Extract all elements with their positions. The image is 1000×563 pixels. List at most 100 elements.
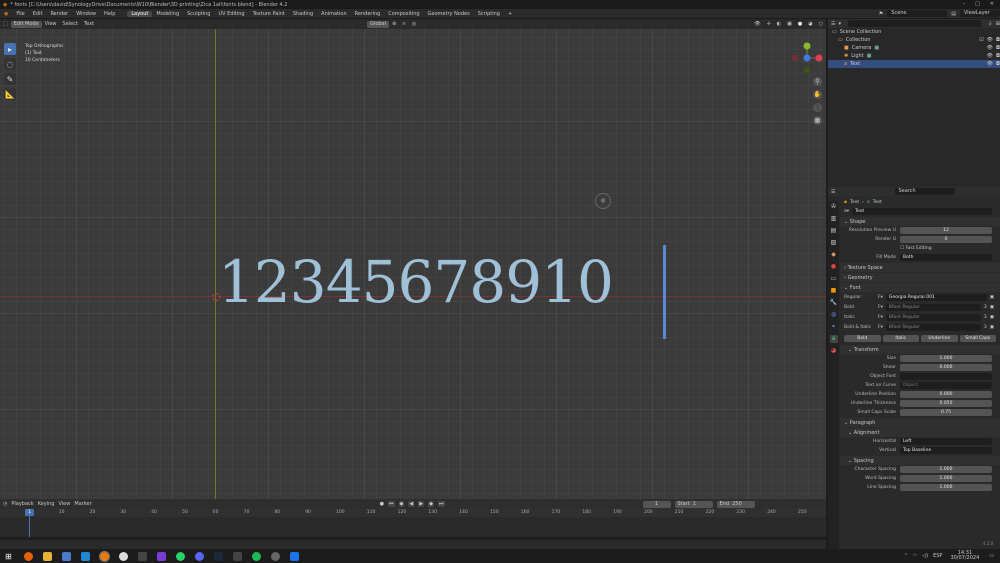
outliner-search-input[interactable] xyxy=(848,20,981,27)
minimize-button[interactable]: – xyxy=(963,1,966,7)
vertical-select[interactable]: Top Baseline xyxy=(900,447,992,454)
current-frame-field[interactable]: 1 xyxy=(642,500,671,508)
eye-icon[interactable]: 👁 xyxy=(987,61,993,67)
tab-geometry-nodes[interactable]: Geometry Nodes xyxy=(424,11,474,17)
discord-icon[interactable] xyxy=(195,551,204,561)
eye-icon[interactable]: 👁 xyxy=(987,37,993,43)
object-tab-icon[interactable]: ■ xyxy=(830,287,838,295)
datablock-name-field[interactable]: Text xyxy=(852,208,992,215)
menu-help[interactable]: Help xyxy=(100,11,119,17)
tab-uv-editing[interactable]: UV Editing xyxy=(214,11,248,17)
annotate-tool-icon[interactable]: ✎ xyxy=(4,73,16,85)
italic-button[interactable]: Italic xyxy=(882,335,919,342)
outliner-item-light[interactable]: ✺ Light ■ 👁 ◘ xyxy=(828,52,1000,60)
font-panel-header[interactable]: ⌄ Font xyxy=(840,283,1000,292)
shading-rendered-icon[interactable]: ○ xyxy=(816,21,826,27)
small-caps-button[interactable]: Small Caps xyxy=(959,335,996,342)
material-tab-icon[interactable]: ◕ xyxy=(830,347,838,355)
filter-icon[interactable]: ⏚ xyxy=(988,20,993,27)
select-tool-icon[interactable]: ▸ xyxy=(4,43,16,55)
tab-modeling[interactable]: Modeling xyxy=(152,11,183,17)
tool-tab-icon[interactable]: ✇ xyxy=(830,203,838,211)
windows-start-icon[interactable]: ⊞ xyxy=(5,552,14,561)
viewport-menu-select[interactable]: Select xyxy=(60,21,81,27)
transform-orientation[interactable]: Global xyxy=(367,20,390,28)
geometry-panel-header[interactable]: › Geometry xyxy=(840,273,1000,282)
notifications-icon[interactable]: ▭ xyxy=(989,553,994,559)
timeline-menu-marker[interactable]: Marker xyxy=(74,501,91,507)
font-regular-field[interactable]: Georgia Regular.001 xyxy=(885,293,987,301)
next-keyframe-icon[interactable]: ◆ xyxy=(428,501,434,507)
ortho-grid-icon[interactable]: ▦ xyxy=(813,116,822,125)
data-tab-icon[interactable]: a xyxy=(829,335,838,343)
steam-icon[interactable] xyxy=(214,551,223,561)
visibility-icon[interactable]: 👁 xyxy=(751,21,763,27)
tab-scripting[interactable]: Scripting xyxy=(474,11,504,17)
record-icon[interactable]: ● xyxy=(380,501,384,507)
timeline-menu-playback[interactable]: Playback xyxy=(11,501,33,507)
physics-tab-icon[interactable]: ◍ xyxy=(830,311,838,319)
timeline-menu-view[interactable]: View xyxy=(58,501,70,507)
language-indicator[interactable]: ESP xyxy=(933,553,942,559)
play-icon[interactable]: ▶ xyxy=(418,501,425,507)
viewport-menu-view[interactable]: View xyxy=(42,21,60,27)
shading-solid-icon[interactable]: ● xyxy=(795,21,805,27)
spotify-icon[interactable] xyxy=(252,551,261,561)
editor-type-icon[interactable]: ⬚ xyxy=(0,21,11,27)
end-frame-field[interactable]: End 250 xyxy=(716,500,755,508)
app-icon[interactable] xyxy=(233,551,242,561)
outliner-editor-icon[interactable]: ☰ xyxy=(831,21,835,27)
properties-search-input[interactable]: Search xyxy=(895,188,956,195)
view-layer-selector[interactable]: ViewLayer xyxy=(960,10,1000,17)
folder-icon[interactable]: ▣ xyxy=(990,295,994,300)
horizontal-select[interactable]: Left xyxy=(900,438,992,445)
tab-shading[interactable]: Shading xyxy=(289,11,317,17)
outliner-item-camera[interactable]: ■ Camera ■ 👁 ◘ xyxy=(828,44,1000,52)
app-icon[interactable] xyxy=(119,551,128,561)
jump-end-icon[interactable]: ⏭ xyxy=(437,501,445,507)
line-spacing-field[interactable]: 1.000 xyxy=(900,484,992,491)
folder-icon[interactable]: ▣ xyxy=(990,325,994,330)
cursor-tool-icon[interactable]: ◌ xyxy=(4,58,16,70)
paragraph-panel-header[interactable]: ⌄ Paragraph xyxy=(840,418,1000,427)
app-icon[interactable] xyxy=(62,551,71,561)
collection-tab-icon[interactable]: ▭ xyxy=(830,275,838,283)
start-frame-field[interactable]: Start 1 xyxy=(674,500,713,508)
navigation-gizmo[interactable] xyxy=(790,41,824,75)
bold-button[interactable]: Bold xyxy=(844,335,881,342)
measure-tool-icon[interactable]: 📐 xyxy=(4,88,16,100)
magnet-icon[interactable]: ∩ xyxy=(399,21,409,27)
menu-edit[interactable]: Edit xyxy=(29,11,47,17)
outliner-item-text[interactable]: a Text 👁 ◘ xyxy=(828,60,1000,68)
pan-hand-icon[interactable]: ✋ xyxy=(813,90,822,99)
tab-texture-paint[interactable]: Texture Paint xyxy=(249,11,289,17)
blender-menu-icon[interactable]: ◉ xyxy=(0,11,12,17)
menu-file[interactable]: File xyxy=(12,11,28,17)
settings-icon[interactable] xyxy=(271,551,280,561)
camera-icon[interactable]: ◘ xyxy=(996,45,1000,51)
firefox-icon[interactable] xyxy=(24,551,33,561)
tray-chevron-icon[interactable]: ⌃ xyxy=(904,553,908,559)
render-u-field[interactable]: 0 xyxy=(900,236,992,243)
underline-button[interactable]: Underline xyxy=(921,335,958,342)
font-bold-field[interactable]: Bfont Regular xyxy=(885,303,981,311)
app-icon[interactable] xyxy=(157,551,166,561)
snap-icon[interactable]: ⊕ xyxy=(389,21,399,27)
jump-start-icon[interactable]: ⏮ xyxy=(388,501,395,507)
small-caps-scale-field[interactable]: 0.75 xyxy=(900,409,992,416)
vscode-icon[interactable] xyxy=(81,551,90,561)
modifier-tab-icon[interactable]: 🔧 xyxy=(830,299,838,307)
shape-panel-header[interactable]: ⌄ Shape xyxy=(840,217,1000,226)
camera-icon[interactable]: ◘ xyxy=(996,37,1000,43)
tab-sculpting[interactable]: Sculpting xyxy=(183,11,214,17)
outliner-item-collection[interactable]: ▭ Collection ☑ 👁 ◘ xyxy=(828,36,1000,44)
new-collection-icon[interactable]: ⊞ xyxy=(996,21,1000,27)
spacing-panel-header[interactable]: ⌄ Spacing xyxy=(840,456,1000,465)
whatsapp-icon[interactable] xyxy=(176,551,185,561)
timeline-menu-keying[interactable]: Keying xyxy=(38,501,55,507)
timeline-scrollbar[interactable] xyxy=(0,537,826,540)
text-on-curve-field[interactable]: Object xyxy=(900,382,992,389)
fill-mode-select[interactable]: Both xyxy=(900,254,992,261)
scene-tab-icon[interactable]: ◆ xyxy=(830,251,838,259)
underline-thickness-field[interactable]: 0.050 xyxy=(900,400,992,407)
